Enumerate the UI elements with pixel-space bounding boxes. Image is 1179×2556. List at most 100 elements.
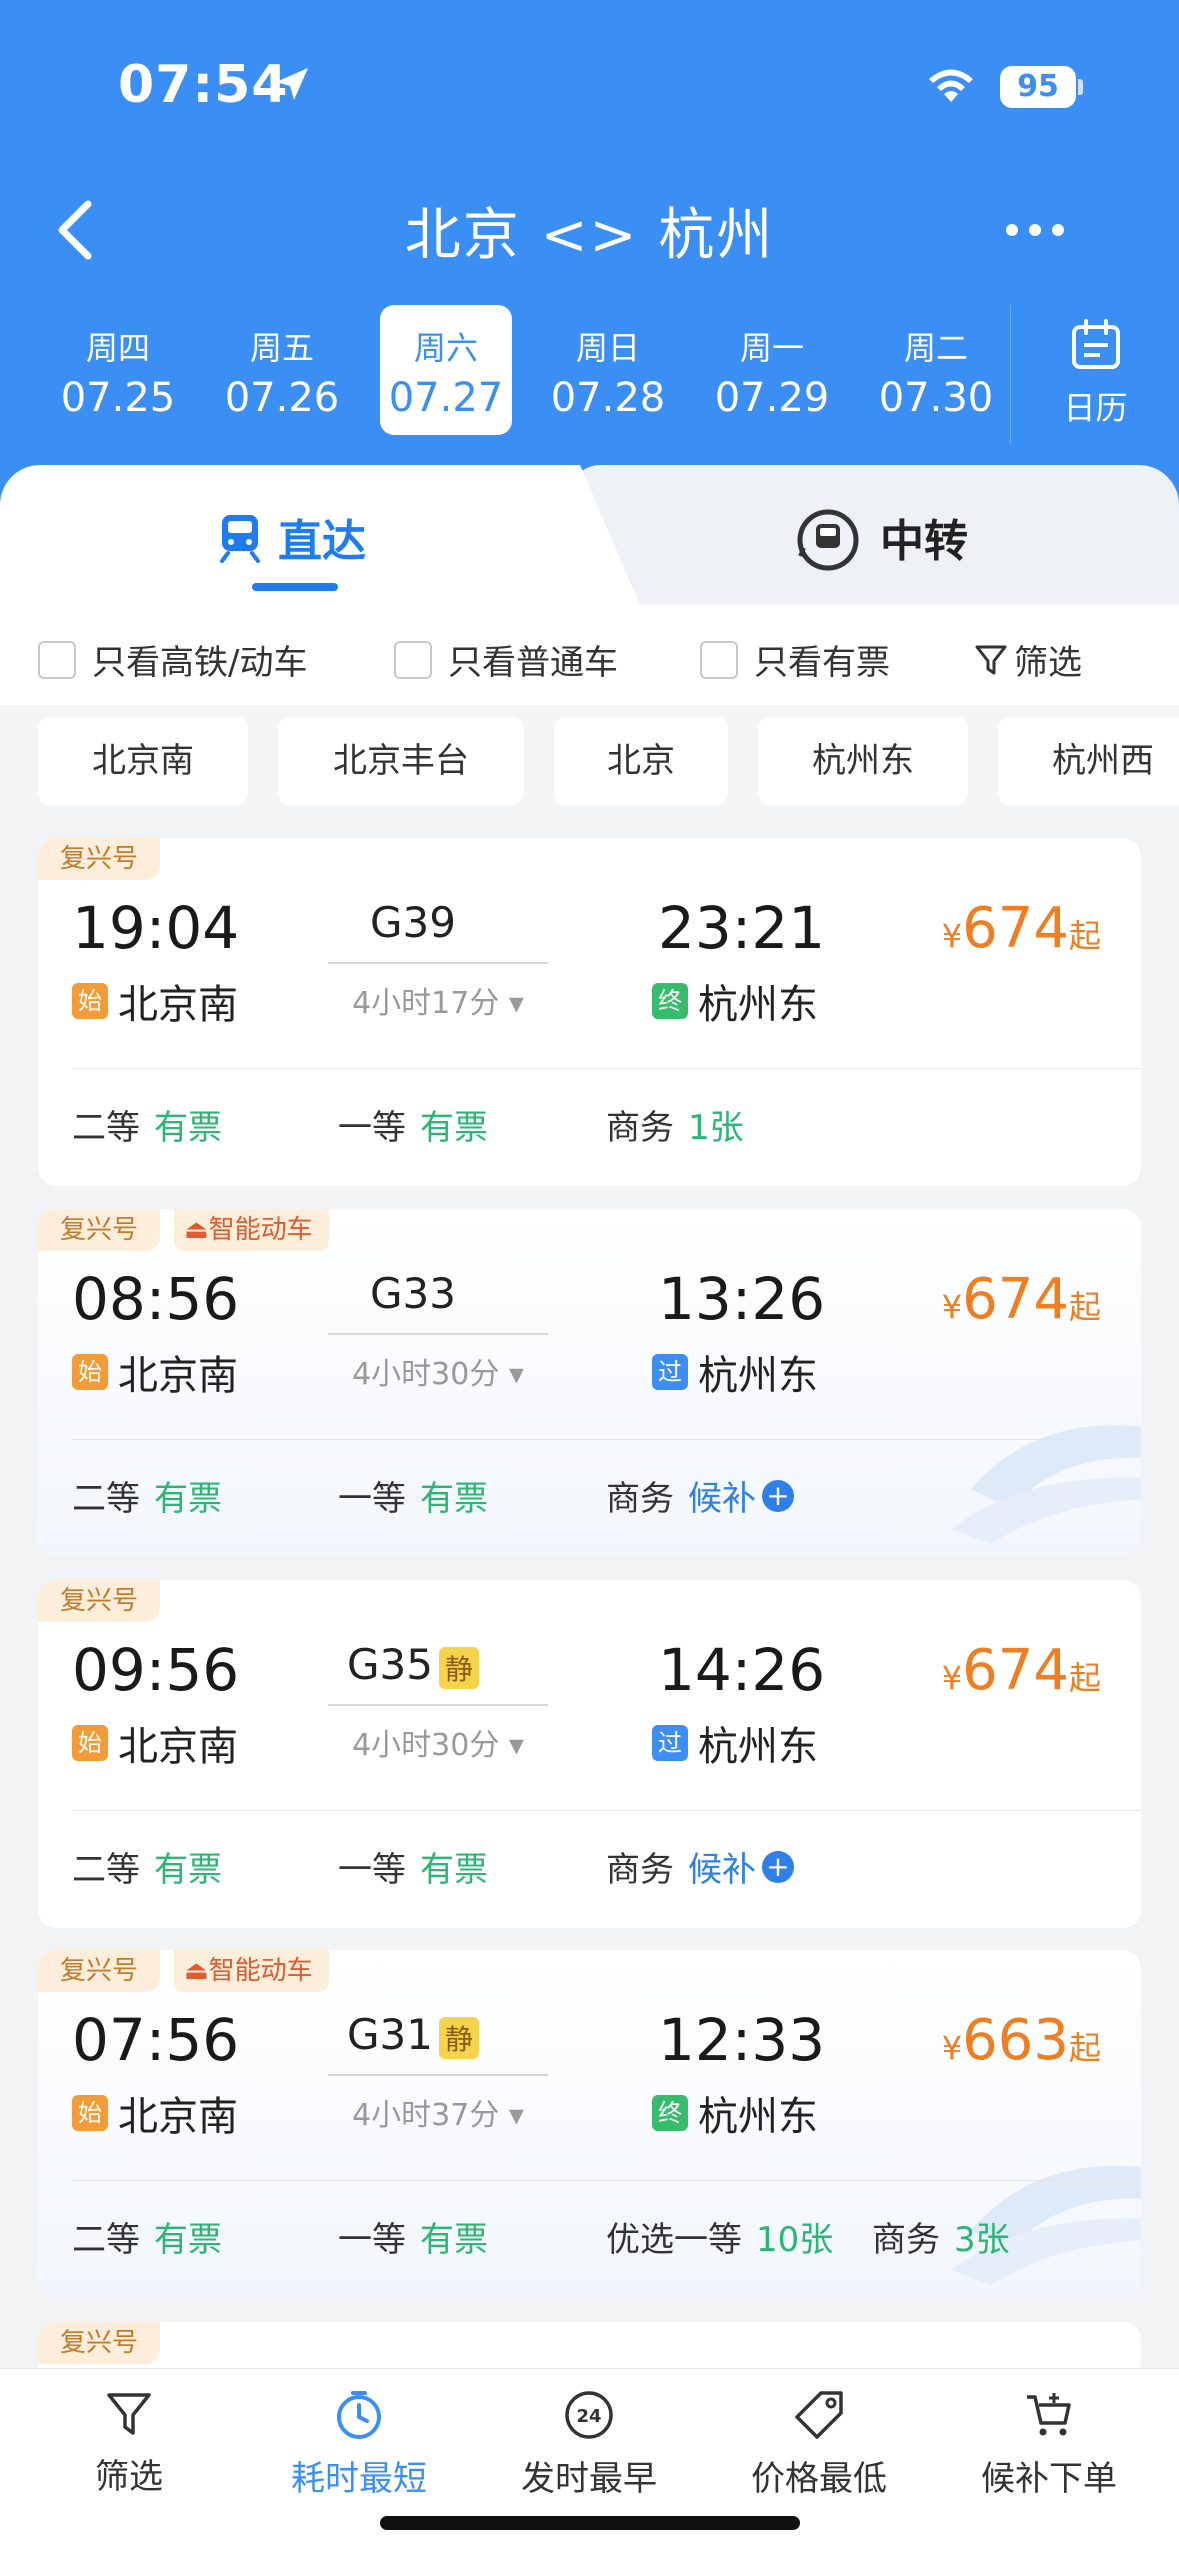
- seat-name: 商务: [606, 1108, 674, 1148]
- date-item[interactable]: 周五 07.26: [212, 305, 352, 435]
- origin-tag: 始: [72, 1354, 108, 1390]
- arrival-station: 终 杭州东: [652, 972, 818, 1030]
- route-line: [328, 2074, 548, 2076]
- arrival-time: 13:26: [658, 1265, 826, 1333]
- route-line: [328, 1333, 548, 1335]
- date-weekday: 周一: [739, 329, 804, 367]
- route-line: [328, 1704, 548, 1706]
- seat-name: 优选一等: [606, 2220, 742, 2260]
- smart-train-badge: ⏏智能动车: [174, 1950, 329, 1992]
- quiet-car-badge: 静: [438, 1646, 479, 1689]
- checkbox-box[interactable]: [394, 640, 432, 679]
- nav-earliest-departure[interactable]: 24 发时最早: [474, 2389, 704, 2500]
- duration[interactable]: 4小时30分 ▾: [328, 1349, 548, 1393]
- plus-icon[interactable]: +: [762, 1479, 794, 1512]
- station-chip[interactable]: 北京: [554, 717, 728, 805]
- seat-business[interactable]: 商务 候补 +: [606, 1842, 794, 1891]
- train-card[interactable]: 复兴号 ⏏智能动车 07:56 G31 静 4小时37分 ▾ 12:33 始 北京…: [38, 1950, 1141, 2298]
- date-weekday: 周四: [85, 329, 150, 367]
- fuxing-badge: 复兴号: [38, 838, 161, 880]
- seat-second: 二等 有票: [72, 1471, 222, 1520]
- checkbox-available[interactable]: 只看有票: [700, 635, 890, 684]
- checkbox-box[interactable]: [38, 640, 76, 679]
- train-card[interactable]: 复兴号 ⏏智能动车 08:56 G33 4小时30分 ▾ 13:26 始 北京南…: [38, 1209, 1141, 1557]
- cart-icon: [1027, 2393, 1071, 2436]
- smart-train-label: 智能动车: [208, 1956, 313, 1986]
- wave-decoration-icon: [951, 1425, 1141, 1544]
- train-badges: 复兴号: [38, 2322, 161, 2364]
- departure-time: 19:04: [72, 894, 240, 962]
- clock-icon: [337, 2391, 381, 2439]
- train-badges: 复兴号 ⏏智能动车: [38, 1209, 329, 1251]
- date-item-selected[interactable]: 周六 07.27: [380, 305, 512, 435]
- seat-business[interactable]: 商务 候补 +: [606, 1471, 794, 1520]
- duration[interactable]: 4小时30分 ▾: [328, 1720, 548, 1764]
- waitlist-link[interactable]: 候补: [688, 1842, 756, 1891]
- seat-availability: 1张: [688, 1108, 744, 1148]
- filter-button[interactable]: 筛选: [974, 635, 1082, 684]
- filter-icon: [975, 645, 1007, 674]
- seat-first: 一等 有票: [338, 1842, 488, 1891]
- arrival-station: 终 杭州东: [652, 2084, 818, 2142]
- seat-name: 二等: [72, 1479, 140, 1519]
- checkbox-label: 只看高铁/动车: [92, 643, 308, 683]
- departure-time: 08:56: [72, 1265, 240, 1333]
- station-chip[interactable]: 北京南: [38, 717, 248, 805]
- train-number: G31 静: [328, 2010, 498, 2059]
- transfer-train-icon: [797, 509, 859, 571]
- checkbox-highspeed[interactable]: 只看高铁/动车: [38, 635, 307, 684]
- departure-time: 07:56: [72, 2006, 240, 2074]
- seat-availability: 有票: [154, 1850, 222, 1890]
- checkbox-label: 只看普通车: [448, 643, 618, 683]
- date-item[interactable]: 周一 07.29: [702, 305, 842, 435]
- departure-station-name: 北京南: [118, 982, 238, 1028]
- price: ¥674起: [942, 896, 1101, 961]
- train-card[interactable]: 复兴号 19:04 G39 4小时17分 ▾ 23:21 始 北京南 终 杭州东…: [38, 838, 1141, 1186]
- checkbox-box[interactable]: [700, 640, 738, 679]
- train-number: G35 静: [328, 1640, 498, 1689]
- duration[interactable]: 4小时17分 ▾: [328, 978, 548, 1022]
- seat-business: 商务 3张: [872, 2212, 1010, 2261]
- waitlist-link[interactable]: 候补: [688, 1471, 756, 1520]
- fuxing-badge: 复兴号: [38, 2322, 161, 2364]
- departure-station-name: 北京南: [118, 2094, 238, 2140]
- more-options-icon[interactable]: [1000, 200, 1070, 260]
- nav-lowest-price[interactable]: 价格最低: [704, 2389, 934, 2500]
- duration[interactable]: 4小时37分 ▾: [328, 2090, 548, 2134]
- plus-icon[interactable]: +: [762, 1850, 794, 1883]
- tab-transfer[interactable]: [570, 465, 1179, 605]
- arrival-station-name: 杭州东: [698, 1353, 818, 1399]
- 24h-icon: 24: [565, 2391, 613, 2439]
- nav-label: 发时最早: [521, 2459, 657, 2499]
- nav-filter[interactable]: 筛选: [14, 2389, 244, 2498]
- seat-premium-first: 优选一等 10张: [606, 2212, 833, 2261]
- seat-availability: 3张: [954, 2220, 1010, 2260]
- tab-direct-label: 直达: [278, 516, 366, 567]
- arrival-station: 过 杭州东: [652, 1714, 818, 1772]
- battery-tip: [1078, 79, 1083, 95]
- checkbox-label: 只看有票: [754, 643, 890, 683]
- nav-waitlist-order[interactable]: 候补下单: [934, 2389, 1164, 2500]
- price-value: 674: [962, 896, 1069, 961]
- arrival-time: 23:21: [658, 894, 826, 962]
- duration-text: 4小时37分: [352, 2098, 500, 2133]
- date-item[interactable]: 周四 07.25: [48, 305, 188, 435]
- arrival-time: 14:26: [658, 1636, 826, 1704]
- station-chip[interactable]: 北京丰台: [278, 717, 524, 805]
- seat-name: 一等: [338, 2220, 406, 2260]
- home-indicator[interactable]: [380, 2516, 800, 2530]
- calendar-button[interactable]: 日历: [1010, 305, 1179, 445]
- date-item[interactable]: 周二 07.30: [866, 305, 1006, 435]
- station-chip[interactable]: 杭州东: [758, 717, 968, 805]
- date-weekday: 周五: [249, 329, 314, 367]
- train-card[interactable]: 复兴号 09:56 G35 静 4小时30分 ▾ 14:26 始 北京南 过 杭州…: [38, 1580, 1141, 1928]
- nav-shortest-duration[interactable]: 耗时最短: [244, 2389, 474, 2500]
- date-item[interactable]: 周日 07.28: [538, 305, 678, 435]
- checkbox-normal[interactable]: 只看普通车: [394, 635, 618, 684]
- station-chip[interactable]: 杭州西: [998, 717, 1179, 805]
- terminal-tag: 终: [652, 2095, 688, 2131]
- seat-first: 一等 有票: [338, 1100, 488, 1149]
- seat-availability: 有票: [420, 1108, 488, 1148]
- wifi-icon: [929, 69, 973, 102]
- train-number-text: G31: [346, 2010, 433, 2059]
